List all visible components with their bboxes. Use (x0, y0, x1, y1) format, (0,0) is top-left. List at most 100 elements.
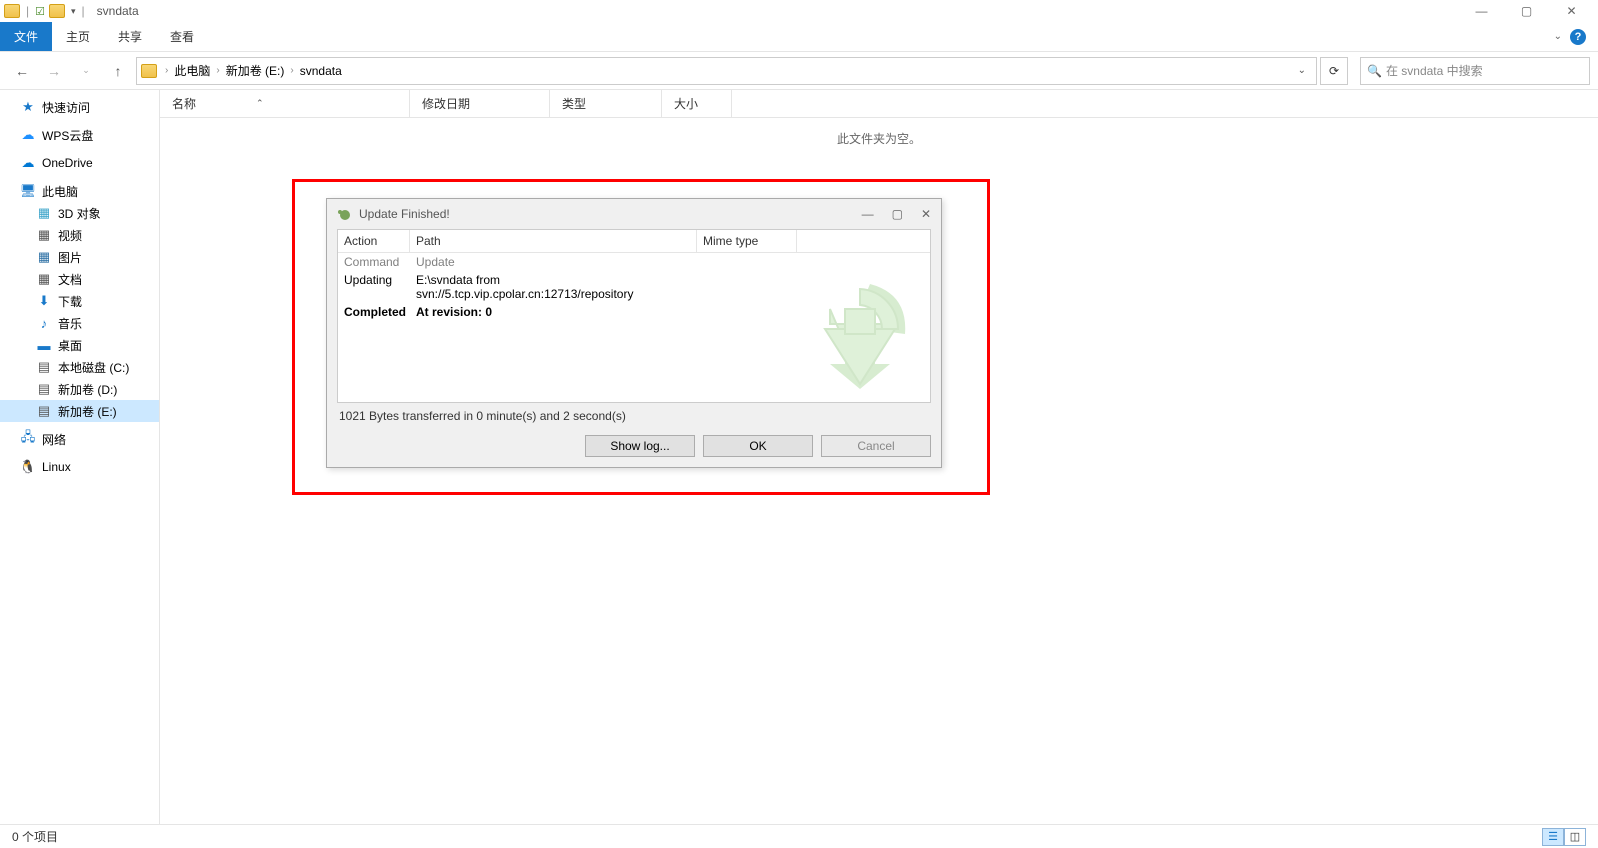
sidebar-item[interactable]: 🐧 Linux (0, 456, 159, 478)
sidebar-item-label: WPS云盘 (42, 127, 93, 144)
dialog-column-mime[interactable]: Mime type (697, 230, 797, 252)
dialog-titlebar: Update Finished! — ▢ ✕ (327, 199, 941, 229)
ribbon-tab-file[interactable]: 文件 (0, 22, 52, 51)
window-title: svndata (97, 4, 139, 18)
column-type[interactable]: 类型 (550, 90, 662, 117)
sidebar-item-icon: ♪ (36, 315, 52, 331)
sidebar-item-icon: ▦ (36, 249, 52, 265)
sidebar-item[interactable]: ▦ 图片 (0, 246, 159, 268)
sidebar-item[interactable]: ▦ 文档 (0, 268, 159, 290)
minimize-button[interactable]: — (1459, 0, 1504, 22)
dialog-column-path[interactable]: Path (410, 230, 697, 252)
address-bar[interactable]: › 此电脑 › 新加卷 (E:) › svndata ⌄ (136, 57, 1317, 85)
sidebar-item-icon: ▤ (36, 403, 52, 419)
column-date[interactable]: 修改日期 (410, 90, 550, 117)
ribbon-tab-share[interactable]: 共享 (104, 22, 156, 51)
qa-dropdown-icon[interactable]: ▾ (71, 6, 76, 17)
ribbon-tab-home[interactable]: 主页 (52, 22, 104, 51)
sidebar-item-label: 音乐 (58, 315, 82, 332)
sidebar-item-icon: ▦ (36, 205, 52, 221)
sidebar-item-icon: 🐧 (20, 459, 36, 475)
sidebar-item[interactable]: 🖥 此电脑 (0, 180, 159, 202)
breadcrumb-item[interactable]: svndata (298, 64, 344, 78)
sidebar-item-icon: ▦ (36, 271, 52, 287)
sidebar-item-label: OneDrive (42, 156, 93, 170)
status-text: 0 个项目 (12, 828, 58, 845)
sidebar-item-label: 桌面 (58, 337, 82, 354)
qa-check-icon[interactable]: ☑ (35, 5, 45, 18)
dialog-log-row[interactable]: CommandUpdate (338, 253, 930, 271)
sidebar-item[interactable]: 🖧网络 (0, 428, 159, 450)
sidebar-item[interactable]: ▤ 新加卷 (D:) (0, 378, 159, 400)
view-large-button[interactable]: ◫ (1564, 828, 1586, 846)
search-icon: 🔍 (1367, 64, 1382, 78)
refresh-button[interactable]: ⟳ (1320, 57, 1348, 85)
nav-recent-button[interactable]: ⌄ (72, 57, 100, 85)
sidebar-item[interactable]: ☁ WPS云盘 (0, 124, 159, 146)
maximize-button[interactable]: ▢ (1504, 0, 1549, 22)
ribbon-expand-icon[interactable]: ⌄ (1554, 31, 1562, 42)
window-titlebar: | ☑ ▾ | svndata — ▢ ✕ (0, 0, 1598, 22)
sidebar-item-label: 图片 (58, 249, 82, 266)
empty-folder-message: 此文件夹为空。 (160, 118, 1598, 147)
showlog-button[interactable]: Show log... (585, 435, 695, 457)
qa-folder-icon[interactable] (49, 4, 65, 18)
close-button[interactable]: ✕ (1549, 0, 1594, 22)
column-size[interactable]: 大小 (662, 90, 732, 117)
nav-up-button[interactable]: ↑ (104, 57, 132, 85)
nav-forward-button[interactable]: → (40, 57, 68, 85)
sidebar-item-label: 3D 对象 (58, 205, 101, 222)
breadcrumb-item[interactable]: 新加卷 (E:) (224, 62, 287, 79)
column-headers: 名称⌃ 修改日期 类型 大小 (160, 90, 1598, 118)
sidebar-item[interactable]: ☁OneDrive (0, 152, 159, 174)
column-name[interactable]: 名称⌃ (160, 90, 410, 117)
sidebar-item-label: 此电脑 (42, 183, 78, 200)
search-input[interactable]: 🔍 在 svndata 中搜索 (1360, 57, 1590, 85)
addressbar-folder-icon (141, 64, 157, 78)
update-arrow-icon (810, 274, 910, 394)
dialog-close-button[interactable]: ✕ (921, 207, 931, 221)
help-icon[interactable]: ? (1570, 29, 1586, 45)
sidebar-item-icon: ▤ (36, 381, 52, 397)
dialog-status-text: 1021 Bytes transferred in 0 minute(s) an… (337, 403, 931, 429)
view-details-button[interactable]: ☰ (1542, 828, 1564, 846)
dialog-log-list: Action Path Mime type CommandUpdateUpdat… (337, 229, 931, 403)
sidebar-item[interactable]: ⬇ 下载 (0, 290, 159, 312)
sidebar-item[interactable]: ▦视频 (0, 224, 159, 246)
sidebar-item-icon: 🖥 (20, 183, 36, 199)
svn-update-dialog: Update Finished! — ▢ ✕ Action Path Mime … (326, 198, 942, 468)
status-bar: 0 个项目 ☰ ◫ (0, 824, 1598, 848)
sidebar-item-icon: ☁ (20, 127, 36, 143)
sidebar-item-label: 新加卷 (D:) (58, 381, 117, 398)
sidebar-item-icon: ⬇ (36, 293, 52, 309)
sidebar-item[interactable]: ▦ 3D 对象 (0, 202, 159, 224)
dialog-title: Update Finished! (359, 207, 450, 221)
dialog-maximize-button[interactable]: ▢ (892, 207, 903, 221)
sidebar-item-label: 下载 (58, 293, 82, 310)
ribbon-tab-view[interactable]: 查看 (156, 22, 208, 51)
sort-caret-icon: ⌃ (256, 98, 264, 109)
sidebar-item-label: 本地磁盘 (C:) (58, 359, 129, 376)
dialog-column-action[interactable]: Action (338, 230, 410, 252)
app-folder-icon (4, 4, 20, 18)
tortoisesvn-icon (337, 206, 353, 222)
nav-back-button[interactable]: ← (8, 57, 36, 85)
sidebar-item-label: 新加卷 (E:) (58, 403, 117, 420)
sidebar-item-label: Linux (42, 460, 71, 474)
search-placeholder: 在 svndata 中搜索 (1386, 62, 1483, 79)
sidebar-item[interactable]: ★ 快速访问 (0, 96, 159, 118)
sidebar-item[interactable]: ▤本地磁盘 (C:) (0, 356, 159, 378)
sidebar-item[interactable]: ▤ 新加卷 (E:) (0, 400, 159, 422)
breadcrumb-item[interactable]: 此电脑 (172, 62, 212, 79)
sidebar-item-label: 快速访问 (42, 99, 90, 116)
ok-button[interactable]: OK (703, 435, 813, 457)
cancel-button: Cancel (821, 435, 931, 457)
sidebar-item[interactable]: ▬ 桌面 (0, 334, 159, 356)
sidebar-item-label: 文档 (58, 271, 82, 288)
addressbar-dropdown-icon[interactable]: ⌄ (1292, 65, 1312, 76)
dialog-minimize-button[interactable]: — (862, 207, 874, 221)
sidebar-item-icon: ▬ (36, 337, 52, 353)
sidebar-item-icon: ★ (20, 99, 36, 115)
sidebar-item[interactable]: ♪ 音乐 (0, 312, 159, 334)
sidebar-item-icon: ▦ (36, 227, 52, 243)
